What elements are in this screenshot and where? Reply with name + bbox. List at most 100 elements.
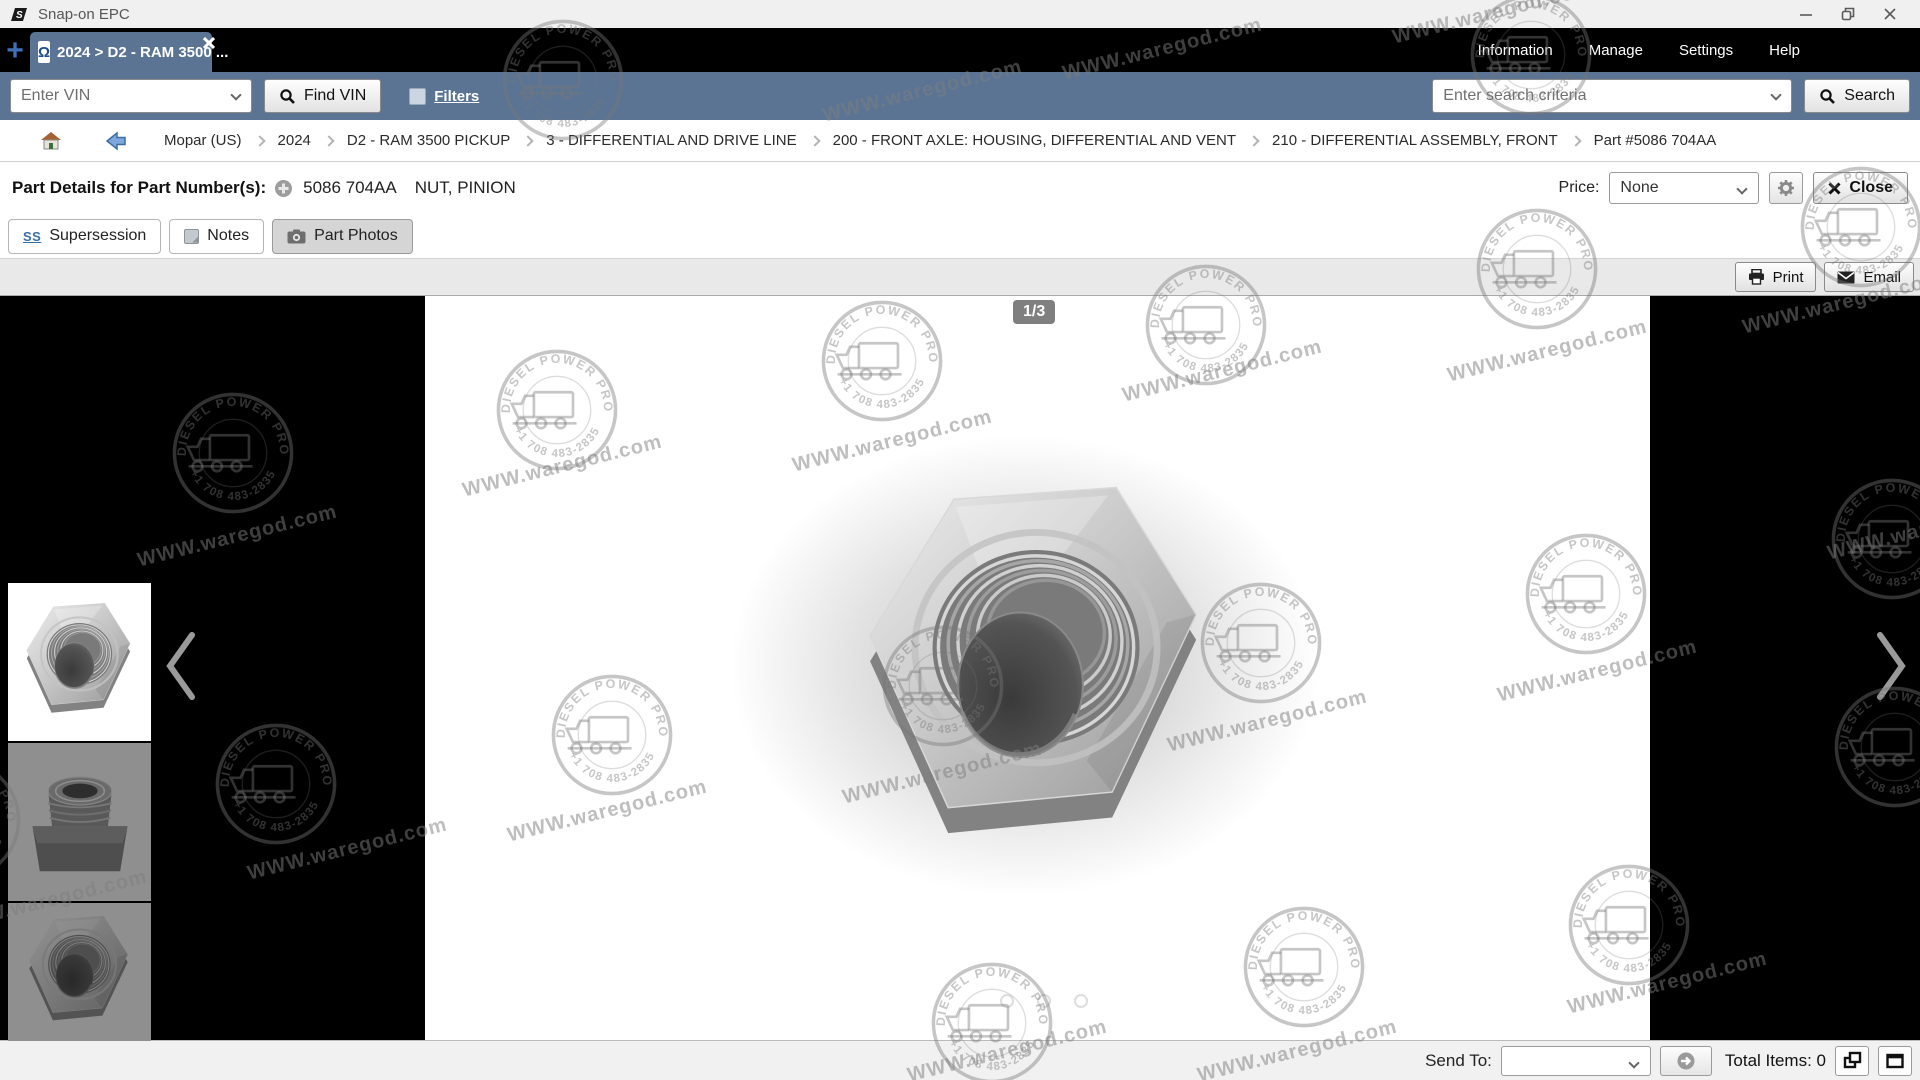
filters-checkbox[interactable] <box>409 88 426 105</box>
thumbnail-2[interactable] <box>8 743 151 901</box>
page-dot-2[interactable] <box>1037 994 1051 1008</box>
breadcrumb-bar: Mopar (US) 2024 D2 - RAM 3500 PICKUP 3 - DI… <box>0 120 1920 162</box>
close-icon <box>1828 182 1841 195</box>
page-dot-1[interactable] <box>1000 994 1014 1008</box>
tab-part-photos[interactable]: Part Photos <box>272 219 413 254</box>
photo-pagination-dots <box>1000 994 1088 1008</box>
menu-manage[interactable]: Manage <box>1589 42 1643 59</box>
photo-canvas <box>425 296 1650 1040</box>
breadcrumb-item[interactable]: 200 - FRONT AXLE: HOUSING, DIFFERENTIAL … <box>833 132 1236 149</box>
maximize-window-button[interactable] <box>1878 1046 1912 1076</box>
breadcrumb-item[interactable]: D2 - RAM 3500 PICKUP <box>347 132 510 149</box>
camera-icon <box>287 229 306 244</box>
filters-group: Filters <box>409 88 479 105</box>
search-icon <box>1819 88 1836 105</box>
photo-viewer: 1/3 <box>0 296 1920 1040</box>
toolbar: Find VIN Filters Search <box>0 72 1920 120</box>
breadcrumb-item[interactable]: 210 - DIFFERENTIAL ASSEMBLY, FRONT <box>1272 132 1558 149</box>
email-button[interactable]: Email <box>1824 262 1914 292</box>
tab-supersession[interactable]: SS Supersession <box>8 219 161 254</box>
part-number: 5086 704AA <box>303 178 397 198</box>
cascade-window-button[interactable] <box>1835 1046 1869 1076</box>
previous-photo-button[interactable] <box>158 626 204 706</box>
chevron-right-icon <box>1872 630 1910 702</box>
send-to-select[interactable] <box>1501 1046 1651 1076</box>
search-combo <box>1432 79 1792 113</box>
tab-notes[interactable]: Notes <box>169 219 264 254</box>
price-value: None <box>1620 179 1658 197</box>
breadcrumb-item: Part #5086 704AA <box>1594 132 1717 149</box>
next-photo-button[interactable] <box>1868 626 1914 706</box>
vin-input[interactable] <box>10 79 252 113</box>
send-to-label: Send To: <box>1425 1051 1492 1071</box>
send-button[interactable] <box>1660 1046 1712 1076</box>
breadcrumb-item[interactable]: 3 - DIFFERENTIAL AND DRIVE LINE <box>546 132 796 149</box>
email-label: Email <box>1863 269 1901 286</box>
arrow-left-icon <box>104 131 128 151</box>
chevron-left-icon <box>162 630 200 702</box>
bottom-bar: Send To: Total Items: 0 <box>0 1040 1920 1080</box>
chevron-right-icon <box>323 135 334 146</box>
maximize-window-icon <box>1885 1052 1905 1069</box>
price-select[interactable]: None <box>1609 172 1759 204</box>
tab-close-icon[interactable] <box>200 34 218 52</box>
search-input[interactable] <box>1432 79 1792 113</box>
gear-icon <box>1777 179 1795 197</box>
part-info-icon[interactable] <box>274 179 293 198</box>
catalog-tab[interactable]: Ω 2024 > D2 - RAM 3500 ... <box>30 32 212 72</box>
price-label: Price: <box>1559 179 1600 197</box>
print-label: Print <box>1773 269 1804 286</box>
menu-settings[interactable]: Settings <box>1679 42 1733 59</box>
home-icon <box>40 131 62 151</box>
breadcrumb-item[interactable]: 2024 <box>278 132 311 149</box>
main-menu: Information Manage Settings Help <box>1478 28 1800 72</box>
ss-icon: SS <box>23 229 41 244</box>
new-tab-button[interactable]: + <box>0 32 30 70</box>
go-arrow-icon <box>1676 1051 1696 1071</box>
filters-label[interactable]: Filters <box>434 88 479 105</box>
chevron-right-icon <box>1248 135 1259 146</box>
print-button[interactable]: Print <box>1735 262 1817 292</box>
menu-information[interactable]: Information <box>1478 42 1553 59</box>
close-window-button[interactable] <box>1882 6 1898 22</box>
chevron-right-icon <box>523 135 534 146</box>
app-title: Snap-on EPC <box>38 6 130 23</box>
search-button[interactable]: Search <box>1804 79 1910 113</box>
detail-tabs: SS Supersession Notes Part Photos <box>0 214 1920 258</box>
close-label: Close <box>1849 179 1893 197</box>
minimize-button[interactable] <box>1798 6 1814 22</box>
thumbnail-strip <box>8 583 151 1041</box>
thumbnail-1[interactable] <box>8 583 151 741</box>
tab-bar: + Ω 2024 > D2 - RAM 3500 ... Information… <box>0 28 1920 72</box>
search-icon <box>279 88 296 105</box>
supersession-label: Supersession <box>49 227 146 245</box>
price-settings-button[interactable] <box>1769 172 1803 204</box>
restore-button[interactable] <box>1840 6 1856 22</box>
snap-on-epc-window: S Snap-on EPC + Ω 2024 > D2 - RAM 3500 .… <box>0 0 1920 1080</box>
home-button[interactable] <box>40 131 62 151</box>
total-items: Total Items: 0 <box>1725 1051 1826 1071</box>
part-photo-nut <box>852 468 1224 878</box>
chevron-down-icon <box>1737 183 1748 194</box>
thumbnail-3[interactable] <box>8 903 151 1041</box>
chevron-right-icon <box>1570 135 1581 146</box>
cascade-windows-icon <box>1842 1051 1863 1070</box>
printer-icon <box>1748 269 1765 285</box>
title-bar: S Snap-on EPC <box>0 0 1920 28</box>
find-vin-label: Find VIN <box>304 87 366 105</box>
envelope-icon <box>1837 271 1855 284</box>
close-part-details-button[interactable]: Close <box>1813 172 1908 204</box>
notes-label: Notes <box>207 227 249 245</box>
part-details-bar: Part Details for Part Number(s): 5086 70… <box>0 162 1920 214</box>
breadcrumb-item[interactable]: Mopar (US) <box>164 132 242 149</box>
page-dot-3[interactable] <box>1074 994 1088 1008</box>
vin-combo <box>10 79 252 113</box>
menu-help[interactable]: Help <box>1769 42 1800 59</box>
photo-counter-badge: 1/3 <box>1013 300 1055 324</box>
breadcrumb: Mopar (US) 2024 D2 - RAM 3500 PICKUP 3 - DI… <box>164 132 1716 149</box>
part-name: NUT, PINION <box>415 178 516 198</box>
note-icon <box>184 229 199 244</box>
find-vin-button[interactable]: Find VIN <box>264 79 381 113</box>
action-strip: Print Email <box>0 258 1920 296</box>
back-button[interactable] <box>104 131 128 151</box>
